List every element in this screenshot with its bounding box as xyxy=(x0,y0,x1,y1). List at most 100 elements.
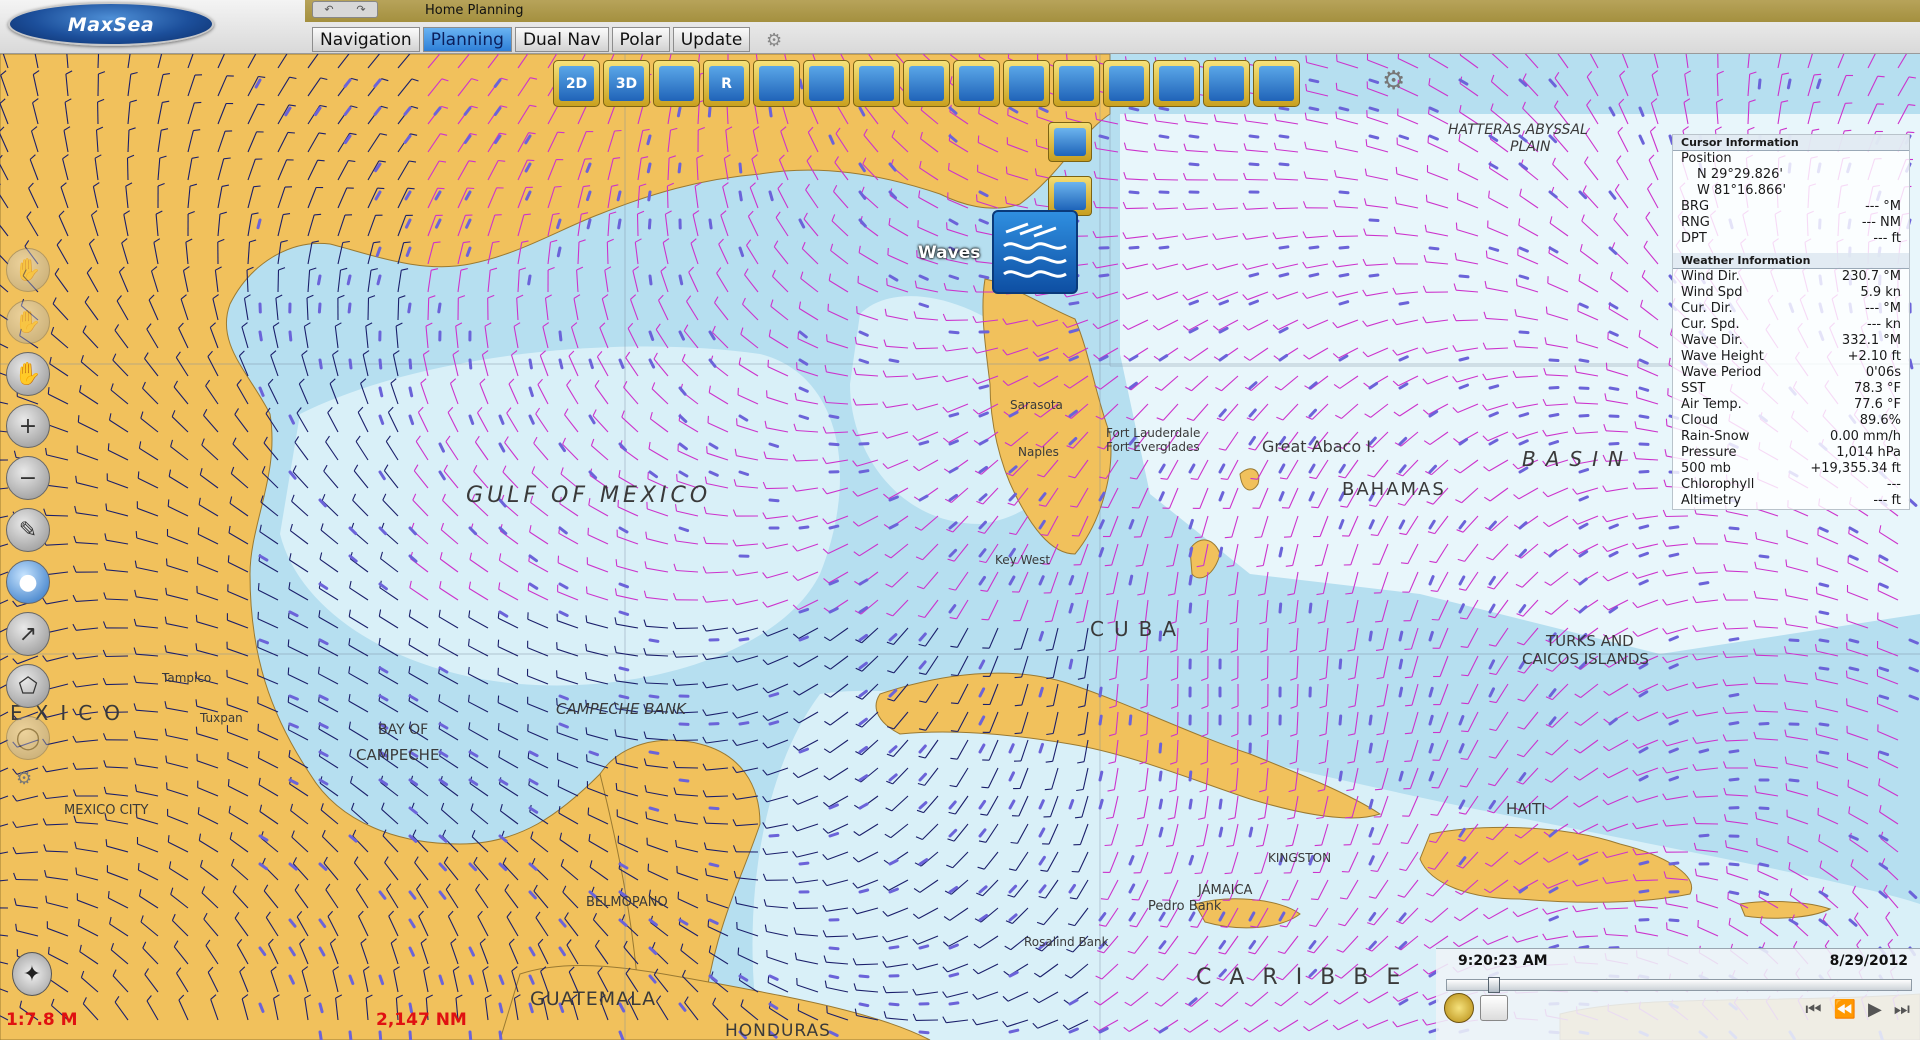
wind-barb-flag xyxy=(1844,129,1852,132)
wave-arrow xyxy=(1398,301,1410,306)
wind-barb-flag xyxy=(257,583,260,591)
wind-barb-flag xyxy=(826,334,828,342)
wave-arrow xyxy=(1248,162,1260,167)
tab-planning[interactable]: Planning xyxy=(422,27,512,52)
wave-arrow xyxy=(1368,630,1373,642)
wind-barb-flag xyxy=(797,1003,800,1011)
wave-arrow xyxy=(1818,582,1830,588)
wind-barb-flag xyxy=(1345,816,1353,819)
wave-arrow xyxy=(677,162,682,174)
tab-navigation[interactable]: Navigation xyxy=(312,27,420,52)
wind-barb-flag xyxy=(1461,730,1469,733)
chart-view[interactable]: GULF OF MEXICO BAHAMAS Great Abaco I. CU… xyxy=(0,54,1920,1040)
wave-arrow xyxy=(1158,106,1170,112)
wave-arrow xyxy=(1338,273,1350,278)
wave-arrow xyxy=(348,358,353,370)
wind-barb-flag xyxy=(950,702,959,705)
wind-barb-flag xyxy=(1164,536,1172,539)
wave-arrow xyxy=(1278,546,1284,558)
wave-arrow xyxy=(1098,273,1110,278)
wind-barb xyxy=(765,487,789,490)
wind-barb-flag xyxy=(1014,676,1022,679)
wave-arrow xyxy=(1488,384,1500,390)
wind-barb-flag xyxy=(197,807,200,815)
wind-barb-flag xyxy=(1311,506,1319,509)
wave-arrow xyxy=(1728,526,1740,531)
wave-arrow xyxy=(558,330,563,342)
wave-arrow xyxy=(318,358,323,370)
wind-barb-flag xyxy=(77,415,80,423)
wave-arrow xyxy=(288,330,293,342)
wind-barb-flag xyxy=(947,162,950,170)
wind-barb-flag xyxy=(437,187,445,190)
wind-barb-flag xyxy=(1877,583,1880,591)
wind-barb xyxy=(915,347,939,350)
wind-barb-flag xyxy=(1431,786,1439,789)
wind-barb-flag xyxy=(1404,732,1412,735)
chart-canvas[interactable]: GULF OF MEXICO BAHAMAS Great Abaco I. CU… xyxy=(0,54,1920,1040)
wave-arrow xyxy=(828,524,840,530)
wind-barb-flag xyxy=(1281,898,1289,901)
wind-barb-flag xyxy=(1815,754,1818,762)
wave-arrow xyxy=(378,358,383,370)
wind-barb-flag xyxy=(377,187,385,190)
wind-barb xyxy=(1266,711,1269,735)
wind-barb-flag xyxy=(1405,704,1413,707)
wind-barb xyxy=(705,542,729,545)
wind-barb-flag xyxy=(314,213,322,216)
wind-barb-flag xyxy=(1254,536,1262,539)
wind-barb xyxy=(1176,711,1179,735)
wind-barb xyxy=(1176,655,1179,679)
tab-dual-nav[interactable]: Dual Nav xyxy=(514,27,609,52)
undo-icon[interactable]: ↶ xyxy=(324,3,333,16)
wind-barb-flag xyxy=(1104,844,1112,847)
wave-arrow xyxy=(1608,442,1620,446)
wave-arrow xyxy=(646,134,652,146)
wind-barb-flag xyxy=(167,835,170,843)
wind-barb-flag xyxy=(47,946,50,954)
wind-barb-flag xyxy=(587,807,590,815)
wave-arrow xyxy=(1278,272,1290,278)
wave-arrow xyxy=(617,218,622,230)
title-strip xyxy=(305,0,1920,22)
wave-arrow xyxy=(1338,190,1350,195)
wave-arrow xyxy=(1548,413,1560,418)
wind-barb-flag xyxy=(1314,844,1322,847)
wave-arrow xyxy=(648,638,660,643)
wave-arrow xyxy=(1188,574,1193,586)
wind-barb-flag xyxy=(287,131,295,134)
tab-polar[interactable]: Polar xyxy=(611,27,670,52)
wind-barb xyxy=(666,185,669,209)
wind-barb-flag xyxy=(1375,620,1383,623)
wind-barb-flag xyxy=(585,586,588,594)
wave-arrow xyxy=(676,106,682,118)
wind-barb-flag xyxy=(137,471,140,479)
wave-arrow xyxy=(1068,328,1080,334)
maxsea-window: MaxSea ↶ ↷ Home Planning Navigation Plan… xyxy=(0,0,1920,1040)
wind-barb-flag xyxy=(1314,564,1322,567)
tab-update[interactable]: Update xyxy=(672,27,751,52)
wave-arrow xyxy=(1578,414,1590,418)
wind-barb-flag xyxy=(1224,536,1232,539)
wave-arrow xyxy=(1218,546,1224,558)
wind-barb-flag xyxy=(1404,760,1412,762)
redo-icon[interactable]: ↷ xyxy=(356,3,365,16)
wave-arrow xyxy=(528,358,533,370)
wave-arrow xyxy=(738,190,743,202)
wind-barb xyxy=(126,157,129,181)
wind-barb xyxy=(1755,682,1779,685)
wave-arrow xyxy=(407,302,412,314)
wind-barb-flag xyxy=(1431,618,1439,621)
wave-arrow xyxy=(1158,245,1170,250)
maxsea-logo[interactable]: MaxSea xyxy=(8,2,214,46)
wave-arrow xyxy=(1248,272,1260,278)
wave-arrow xyxy=(346,274,352,286)
wave-arrow xyxy=(1128,245,1140,250)
wind-barb-flag xyxy=(497,723,500,731)
wind-barb-flag xyxy=(1194,536,1202,539)
wind-barb-flag xyxy=(257,750,260,759)
wave-arrow xyxy=(1308,602,1313,614)
wind-barb-flag xyxy=(107,891,110,899)
wave-arrow xyxy=(1338,245,1350,250)
tabs-settings-icon[interactable]: ⚙ xyxy=(766,30,782,51)
